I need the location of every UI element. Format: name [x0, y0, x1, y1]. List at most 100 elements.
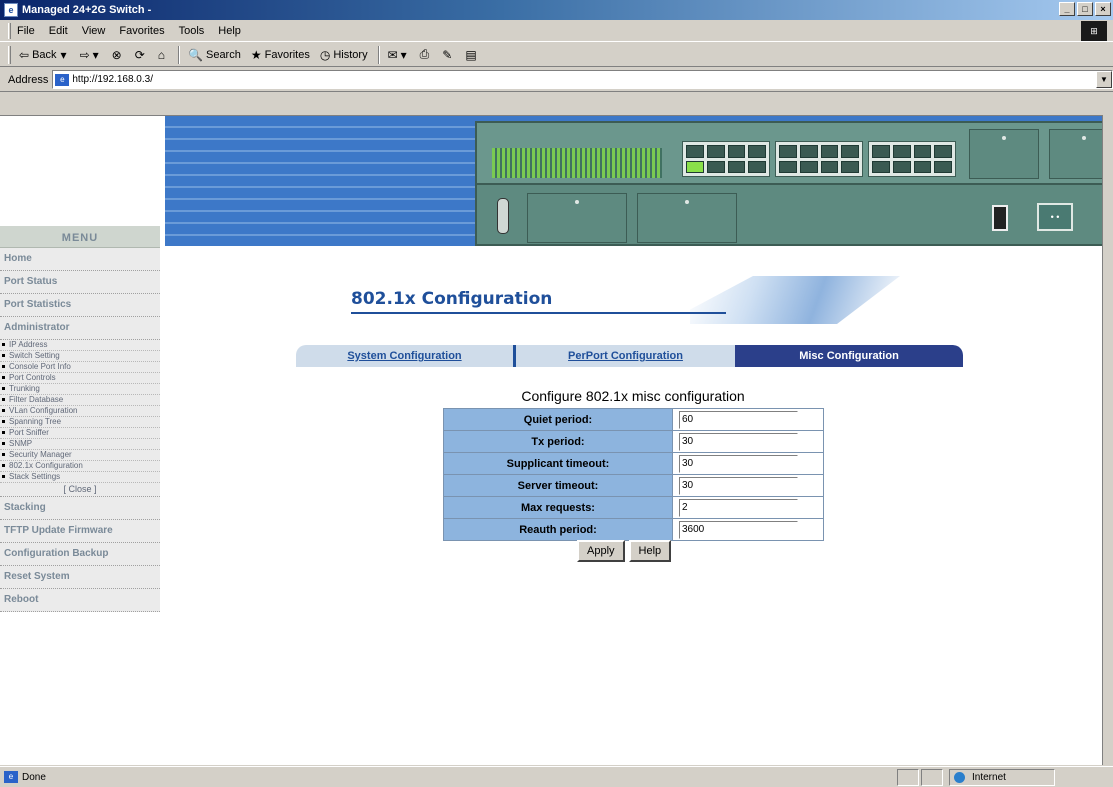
submenu-vlan-configuration[interactable]: VLan Configuration [0, 406, 160, 417]
switch-banner: • • [165, 116, 1113, 246]
stop-icon: ⊗ [111, 47, 122, 62]
minimize-button[interactable]: _ [1059, 2, 1075, 16]
print-button[interactable]: ⎙ [420, 47, 433, 62]
status-text: Done [22, 771, 46, 783]
apply-button[interactable]: Apply [577, 540, 625, 562]
toolbar: ⇦ Back ▾ ⇨ ▾ ⊗ ⟳ ⌂ 🔍 Search ★ Favorites ◷ Hist… [0, 43, 1113, 67]
table-row: Reauth period: [443, 518, 824, 541]
submenu-snmp[interactable]: SNMP [0, 439, 160, 450]
home-button[interactable]: ⌂ [158, 48, 168, 62]
supplicant-timeout-input[interactable] [679, 454, 798, 473]
reauth-period-label: Reauth period: [443, 518, 673, 541]
menu-tools[interactable]: Tools [179, 25, 205, 37]
page-content: • • MENU Home Port Status Port Statistic… [0, 115, 1113, 765]
favorites-button[interactable]: ★ Favorites [251, 48, 310, 62]
tab-misc-configuration[interactable]: Misc Configuration [735, 345, 963, 367]
history-icon: ◷ [319, 47, 331, 62]
window-title: Managed 24+2G Switch - [22, 4, 152, 16]
submenu-stack-settings[interactable]: Stack Settings [0, 472, 160, 483]
menu-favorites[interactable]: Favorites [119, 25, 164, 37]
max-requests-input[interactable] [679, 498, 798, 517]
gbic-slot-1[interactable] [969, 129, 1039, 179]
tab-perport-configuration[interactable]: PerPort Configuration [513, 345, 735, 367]
maximize-button[interactable]: □ [1077, 2, 1093, 16]
search-icon: 🔍 [188, 47, 203, 62]
page-title: 802.1x Configuration [351, 289, 726, 314]
help-button[interactable]: Help [628, 540, 672, 562]
page-icon: e [55, 73, 70, 86]
submenu-port-controls[interactable]: Port Controls [0, 373, 160, 384]
submenu-close-link[interactable]: [ Close ] [0, 483, 160, 497]
bullet-icon [2, 409, 5, 413]
history-button[interactable]: ◷ History [320, 48, 368, 62]
port-group-1[interactable] [682, 141, 770, 177]
menu-item-reboot[interactable]: Reboot [0, 589, 160, 612]
edit-button[interactable]: ✎ [442, 48, 455, 62]
back-arrow-icon: ⇦ [19, 47, 30, 62]
tab-system-configuration[interactable]: System Configuration [296, 345, 513, 367]
bullet-icon [2, 442, 5, 446]
submenu-switch-setting[interactable]: Switch Setting [0, 351, 160, 362]
menu-file[interactable]: File [17, 25, 35, 37]
menu-item-port-status[interactable]: Port Status [0, 271, 160, 294]
bullet-icon [2, 464, 5, 468]
refresh-icon: ⟳ [134, 47, 145, 62]
menu-item-home[interactable]: Home [0, 248, 160, 271]
menu-edit[interactable]: Edit [49, 25, 68, 37]
menu-item-stacking[interactable]: Stacking [0, 497, 160, 520]
form-buttons: Apply Help [577, 540, 672, 562]
stop-button[interactable]: ⊗ [112, 48, 125, 62]
submenu-8021x-configuration[interactable]: 802.1x Configuration [0, 461, 160, 472]
home-icon: ⌂ [157, 47, 166, 62]
menu-item-configuration-backup[interactable]: Configuration Backup [0, 543, 160, 566]
submenu-port-sniffer[interactable]: Port Sniffer [0, 428, 160, 439]
security-zone: Internet [949, 769, 1055, 786]
submenu-ip-address[interactable]: IP Address [0, 340, 160, 351]
expansion-slot-2 [637, 193, 737, 243]
config-tabs: System Configuration PerPort Configurati… [296, 345, 963, 367]
discuss-button[interactable]: ▤ [465, 48, 479, 62]
dropdown-icon: ▾ [400, 47, 407, 62]
menu-view[interactable]: View [82, 25, 106, 37]
table-row: Server timeout: [443, 474, 824, 497]
form-title: Configure 802.1x misc configuration [521, 388, 745, 404]
bullet-icon [2, 343, 5, 347]
search-button[interactable]: 🔍 Search [188, 48, 241, 62]
submenu-spanning-tree[interactable]: Spanning Tree [0, 417, 160, 428]
port-group-2[interactable] [775, 141, 863, 177]
menu-item-port-statistics[interactable]: Port Statistics [0, 294, 160, 317]
power-switch-icon [992, 205, 1008, 231]
quiet-period-input[interactable] [679, 410, 798, 429]
back-button[interactable]: ⇦ Back ▾ [19, 48, 70, 62]
tx-period-input[interactable] [679, 432, 798, 451]
reauth-period-input[interactable] [679, 520, 798, 539]
submenu-security-manager[interactable]: Security Manager [0, 450, 160, 461]
menu-item-administrator[interactable]: Administrator [0, 317, 160, 340]
submenu-trunking[interactable]: Trunking [0, 384, 160, 395]
close-button[interactable]: × [1095, 2, 1111, 16]
print-icon: ⎙ [419, 47, 430, 61]
submenu-console-port-info[interactable]: Console Port Info [0, 362, 160, 373]
console-port-icon[interactable] [497, 198, 509, 234]
address-input[interactable]: e http://192.168.0.3/ ▼ [52, 70, 1113, 89]
window-titlebar: e Managed 24+2G Switch - _ □ × [0, 0, 1113, 20]
misc-config-table: Quiet period: Tx period: Supplicant time… [443, 408, 824, 541]
vertical-scrollbar[interactable] [1102, 115, 1113, 765]
forward-button[interactable]: ⇨ ▾ [80, 48, 102, 62]
forward-arrow-icon: ⇨ [79, 47, 90, 62]
address-dropdown-icon[interactable]: ▼ [1096, 71, 1112, 88]
dropdown-icon: ▾ [92, 47, 99, 62]
menu-help[interactable]: Help [218, 25, 241, 37]
menu-item-reset-system[interactable]: Reset System [0, 566, 160, 589]
discuss-icon: ▤ [465, 47, 477, 62]
server-timeout-input[interactable] [679, 476, 798, 495]
submenu-filter-database[interactable]: Filter Database [0, 395, 160, 406]
windows-logo-icon: ⊞ [1081, 21, 1107, 41]
mail-icon: ✉ [387, 47, 398, 62]
mail-button[interactable]: ✉ ▾ [388, 48, 410, 62]
menu-header: MENU [0, 226, 160, 248]
menu-item-tftp-update-firmware[interactable]: TFTP Update Firmware [0, 520, 160, 543]
port-group-3[interactable] [868, 141, 956, 177]
menubar: File Edit View Favorites Tools Help ⊞ [0, 20, 1113, 42]
refresh-button[interactable]: ⟳ [135, 48, 148, 62]
